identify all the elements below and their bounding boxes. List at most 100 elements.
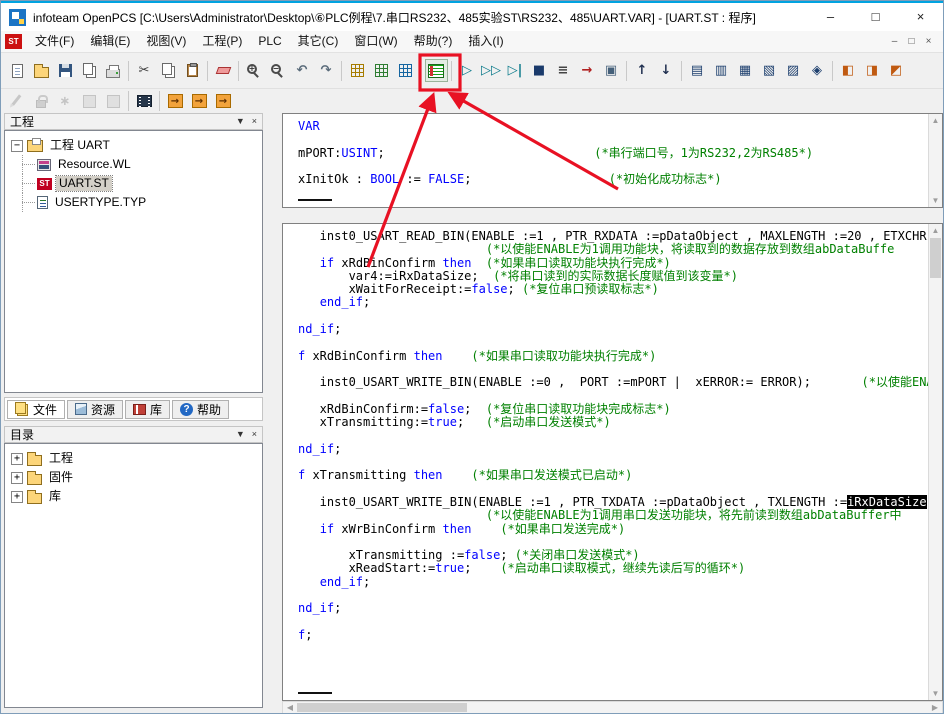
tree-guide	[11, 155, 37, 174]
minus-expander-icon[interactable]: −	[11, 140, 23, 152]
save-all-button[interactable]	[78, 59, 101, 82]
declaration-vscrollbar[interactable]: ▲ ▼	[928, 114, 942, 207]
tab-库[interactable]: 库	[125, 400, 170, 419]
undo-button[interactable]: ↶	[291, 59, 314, 82]
menu-item-工程(P)[interactable]: 工程(P)	[194, 31, 250, 52]
extra-tool-button[interactable]: ◩	[885, 59, 908, 82]
menu-item-PLC[interactable]: PLC	[250, 31, 289, 52]
code-area[interactable]: inst0_USART_READ_BIN(ENABLE :=1 , PTR_RX…	[284, 224, 928, 700]
project-panel-close-button[interactable]: ×	[252, 114, 257, 129]
io-window-button[interactable]: ▨	[782, 59, 805, 82]
lock-resource-button[interactable]	[30, 91, 53, 112]
plus-expander-icon[interactable]: +	[11, 453, 23, 465]
menu-item-文件(F)[interactable]: 文件(F)	[27, 31, 82, 52]
code-line: xWaitForReceipt:=false; (*复位串口预读取标志*)	[298, 283, 928, 296]
bookmark-toggle-button[interactable]: ▤	[686, 59, 709, 82]
menu-item-插入(I)[interactable]: 插入(I)	[460, 31, 511, 52]
scroll-up-icon[interactable]: ▲	[929, 224, 942, 237]
hscroll-thumb[interactable]	[297, 703, 467, 712]
plus-expander-icon[interactable]: +	[11, 472, 23, 484]
tree-item-固件[interactable]: +固件	[5, 468, 262, 487]
project-tree[interactable]: −工程 UARTResource.WLSTUART.ST USERTYPE.TYP	[4, 130, 263, 393]
scroll-right-icon[interactable]: ▶	[928, 702, 942, 713]
save-button[interactable]	[54, 59, 77, 82]
goto-next-error-button[interactable]	[188, 91, 211, 112]
tree-item-库[interactable]: +库	[5, 487, 262, 506]
single-cycle-button[interactable]: ▷▷	[480, 59, 503, 82]
mdi-control-2[interactable]: ×	[920, 32, 937, 52]
menu-item-其它(C)[interactable]: 其它(C)	[290, 31, 347, 52]
goto-definition-button[interactable]	[164, 91, 187, 112]
catalog-panel-collapse-button[interactable]: ▼	[236, 427, 245, 442]
tab-资源[interactable]: 资源	[67, 400, 123, 419]
editor-hscrollbar[interactable]: ◀ ▶	[282, 701, 943, 714]
mdi-control-1[interactable]: □	[903, 32, 920, 52]
menu-item-窗口(W)[interactable]: 窗口(W)	[346, 31, 405, 52]
variable-list-button[interactable]: ≡	[552, 59, 575, 82]
cascade-windows-button[interactable]: ▣	[600, 59, 623, 82]
scroll-left-icon[interactable]: ◀	[283, 702, 297, 713]
force-variable-button[interactable]: ∗	[54, 91, 77, 112]
tree-label: USERTYPE.TYP	[52, 195, 149, 210]
tree-item-UART.ST[interactable]: STUART.ST	[5, 174, 262, 193]
catalog-tree[interactable]: +工程+固件+库	[4, 443, 263, 708]
code-vscrollbar[interactable]: ▲ ▼	[928, 224, 942, 700]
io-field-2-button[interactable]	[102, 91, 125, 112]
menu-item-编辑(E)[interactable]: 编辑(E)	[82, 31, 138, 52]
breakpoint-button[interactable]: →	[576, 59, 599, 82]
watch-window-button[interactable]: ▧	[758, 59, 781, 82]
next-pou-button[interactable]: ↓	[655, 59, 678, 82]
close-button[interactable]: ×	[898, 3, 943, 31]
print-button[interactable]	[102, 59, 125, 82]
prev-pou-button[interactable]: ↑	[631, 59, 654, 82]
bookmark-next-button[interactable]: ▥	[710, 59, 733, 82]
scroll-down-icon[interactable]: ▼	[929, 687, 942, 700]
bookmark-prev-button[interactable]: ▦	[734, 59, 757, 82]
scroll-down-icon[interactable]: ▼	[929, 194, 942, 207]
tab-文件[interactable]: 文件	[7, 400, 65, 419]
menu-bar: ST 文件(F)编辑(E)视图(V)工程(P)PLC其它(C)窗口(W)帮助(?…	[1, 31, 943, 53]
declaration-pane[interactable]: VAR mPORT:USINT; (*串行端口号，1为RS232,2为RS485…	[282, 113, 943, 208]
io-field-1-button[interactable]	[78, 91, 101, 112]
tree-item-工程[interactable]: +工程	[5, 449, 262, 468]
online-monitor-button[interactable]	[425, 59, 448, 82]
copy-button[interactable]	[157, 59, 180, 82]
declaration-code-area[interactable]: VAR mPORT:USINT; (*串行端口号，1为RS232,2为RS485…	[284, 114, 928, 207]
erase-button[interactable]	[212, 59, 235, 82]
syntax-check-button[interactable]	[346, 59, 369, 82]
zoom-out-button[interactable]	[267, 59, 290, 82]
tree-item-工程 UART[interactable]: −工程 UART	[5, 136, 262, 155]
menu-item-视图(V)[interactable]: 视图(V)	[138, 31, 194, 52]
tab-帮助[interactable]: ?帮助	[172, 400, 229, 419]
help-topic-button[interactable]: ◧	[837, 59, 860, 82]
goto-definition-icon	[168, 94, 183, 108]
vscroll-thumb[interactable]	[930, 238, 941, 278]
step-button[interactable]: ▷|	[504, 59, 527, 82]
tree-item-Resource.WL[interactable]: Resource.WL	[5, 155, 262, 174]
tree-item-USERTYPE.TYP[interactable]: USERTYPE.TYP	[5, 193, 262, 212]
project-panel-collapse-button[interactable]: ▼	[236, 114, 245, 129]
scroll-up-icon[interactable]: ▲	[929, 114, 942, 127]
force-window-button[interactable]: ◈	[806, 59, 829, 82]
edit-value-button[interactable]	[6, 91, 29, 112]
maximize-button[interactable]: □	[853, 3, 898, 31]
logic-analyzer-button[interactable]	[133, 91, 156, 112]
paste-button[interactable]	[181, 59, 204, 82]
context-help-button[interactable]: ◨	[861, 59, 884, 82]
zoom-in-button[interactable]	[243, 59, 266, 82]
catalog-panel-close-button[interactable]: ×	[252, 427, 257, 442]
mdi-control-0[interactable]: –	[886, 32, 903, 52]
compile-button[interactable]	[370, 59, 393, 82]
minimize-button[interactable]: –	[808, 3, 853, 31]
code-pane[interactable]: inst0_USART_READ_BIN(ENABLE :=1 , PTR_RX…	[282, 223, 943, 701]
cut-button[interactable]: ✂	[133, 59, 156, 82]
new-file-button[interactable]	[6, 59, 29, 82]
redo-button[interactable]: ↷	[315, 59, 338, 82]
plus-expander-icon[interactable]: +	[11, 491, 23, 503]
build-all-button[interactable]	[394, 59, 417, 82]
menu-item-帮助(?)[interactable]: 帮助(?)	[406, 31, 461, 52]
goto-prev-error-button[interactable]	[212, 91, 235, 112]
go-button[interactable]: ▷	[456, 59, 479, 82]
stop-button[interactable]: ■	[528, 59, 551, 82]
open-button[interactable]	[30, 59, 53, 82]
